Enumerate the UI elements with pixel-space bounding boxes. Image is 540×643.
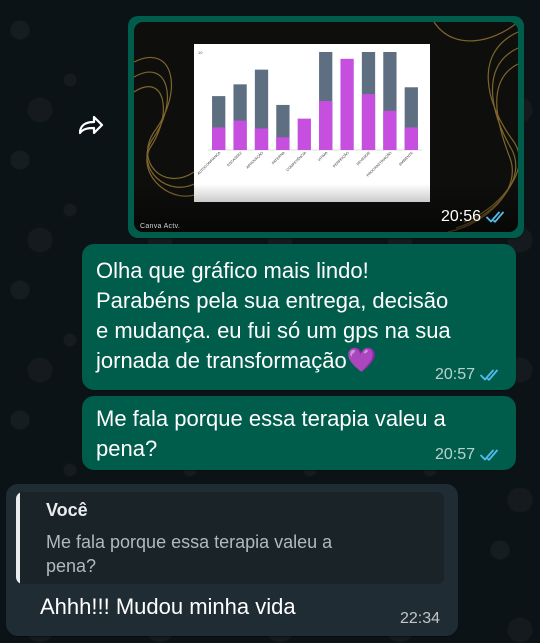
x-tick-label: ESCASSEZ bbox=[226, 150, 243, 167]
quoted-message[interactable]: Você Me fala porque essa terapia valeu a… bbox=[16, 492, 444, 584]
x-tick-label: PERFEIÇÃO bbox=[332, 150, 350, 168]
chart-bar bbox=[254, 128, 269, 150]
x-tick-label: APROVAÇÃO bbox=[245, 150, 265, 170]
message-meta: 20:57 bbox=[435, 446, 502, 464]
message-time: 22:34 bbox=[400, 610, 441, 627]
chart-bar bbox=[383, 110, 397, 150]
chart-bar bbox=[276, 137, 290, 150]
quote-line: Me fala porque essa terapia valeu a bbox=[46, 532, 333, 552]
outgoing-message[interactable]: Me fala porque essa terapia valeu a pena… bbox=[82, 396, 516, 470]
message-line: Parabéns pela sua entrega, decisão bbox=[96, 288, 449, 313]
chart-bar bbox=[212, 127, 226, 150]
double-check-icon bbox=[480, 449, 498, 461]
reply-text: Ahhh!!! Mudou minha vida bbox=[40, 594, 296, 619]
message-time: 20:57 bbox=[434, 446, 475, 463]
quote-line: pena? bbox=[46, 556, 97, 576]
chart-bar bbox=[319, 101, 333, 150]
message-meta: 20:57 bbox=[435, 366, 502, 384]
image-message[interactable]: 10 AUTOCONFIANÇA ESCASSEZ APROVAÇÃO PATERNA C… bbox=[128, 16, 524, 238]
quote-author: Você bbox=[46, 500, 88, 520]
message-line: Me fala porque essa terapia valeu a bbox=[96, 406, 446, 431]
message-line: jornada de transformação bbox=[96, 348, 347, 373]
message-time: 20:57 bbox=[434, 366, 475, 383]
image-meta: 20:56 bbox=[441, 208, 508, 226]
x-tick-label: VITIMA bbox=[317, 150, 329, 162]
message-time: 20:56 bbox=[440, 208, 481, 225]
double-check-icon bbox=[486, 211, 504, 223]
x-tick-label: AMBIENTE bbox=[398, 150, 414, 166]
message-line: e mudança. eu fui só um gps na sua bbox=[96, 318, 451, 343]
bar-chart: 10 AUTOCONFIANÇA ESCASSEZ APROVAÇÃO PATERNA C… bbox=[197, 50, 422, 178]
chart-panel: 10 AUTOCONFIANÇA ESCASSEZ APROVAÇÃO PATERNA C… bbox=[194, 44, 430, 202]
y-tick-label: 10 bbox=[198, 50, 203, 55]
chart-bar bbox=[233, 120, 247, 150]
x-tick-label: AUTOCONFIANÇA bbox=[197, 150, 222, 175]
quote-bar bbox=[16, 492, 20, 584]
x-tick-label: PATERNA bbox=[271, 150, 286, 165]
watermark-text: Canva Actv. bbox=[140, 223, 181, 230]
double-check-icon bbox=[480, 369, 498, 381]
image-thumbnail[interactable]: 10 AUTOCONFIANÇA ESCASSEZ APROVAÇÃO PATERNA C… bbox=[134, 22, 518, 232]
x-tick-label: COMPETÊNCIA bbox=[285, 150, 308, 173]
forward-arrow-icon bbox=[78, 115, 104, 135]
purple-heart-emoji: 💜 bbox=[346, 347, 377, 374]
outgoing-message[interactable]: Olha que gráfico mais lindo! Parabéns pe… bbox=[82, 244, 516, 390]
chart-bar bbox=[404, 127, 418, 150]
chart-bar bbox=[297, 118, 311, 150]
chart-bar bbox=[361, 94, 376, 150]
reply-meta: 22:34 bbox=[400, 610, 440, 628]
message-line: pena? bbox=[96, 436, 158, 461]
message-line: Olha que gráfico mais lindo! bbox=[96, 258, 369, 283]
forward-button[interactable] bbox=[72, 108, 108, 144]
chart-bar bbox=[340, 58, 354, 150]
x-tick-label: DEVEDOR bbox=[356, 151, 372, 167]
